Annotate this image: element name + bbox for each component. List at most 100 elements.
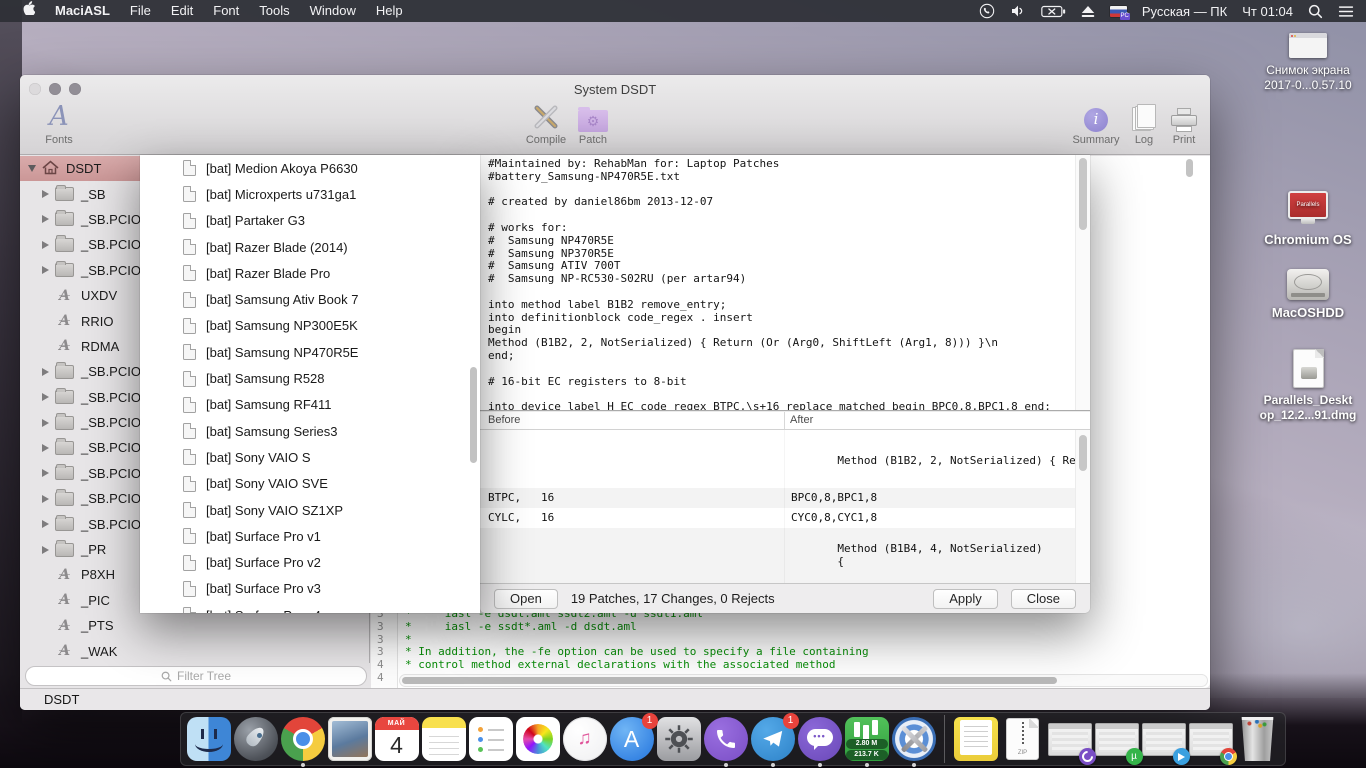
disclosure-closed-icon[interactable]	[42, 240, 49, 249]
battery-icon[interactable]	[1041, 5, 1066, 18]
patch-list-item[interactable]: [bat] Sony VAIO S	[140, 444, 480, 470]
patch-list-item[interactable]: [bat] Medion Akoya P6630	[140, 155, 480, 181]
disclosure-closed-icon[interactable]	[42, 418, 49, 427]
dock-trash[interactable]	[1236, 717, 1280, 761]
filter-tree-input[interactable]: Filter Tree	[25, 666, 367, 686]
dock-photos[interactable]	[515, 717, 560, 761]
scrollbar-thumb[interactable]	[402, 677, 1057, 684]
dock-maciasl[interactable]	[891, 717, 936, 767]
toolbar-print-button[interactable]: Print	[1152, 98, 1216, 146]
table-row[interactable]: Method (B1B4, 4, NotSerialized) {	[480, 528, 1075, 583]
dock-network-meter[interactable]: 2.80 M 213.7 K	[844, 717, 889, 767]
viber-status-icon[interactable]	[979, 3, 995, 19]
patch-list-item[interactable]: [bat] Partaker G3	[140, 208, 480, 234]
notification-center-icon[interactable]	[1338, 5, 1354, 18]
menu-file[interactable]: File	[120, 0, 161, 22]
patch-sheet-footer: Open 19 Patches, 17 Changes, 0 Rejects A…	[480, 583, 1090, 613]
apply-button[interactable]: Apply	[933, 588, 998, 609]
dock-system-preferences[interactable]	[656, 717, 701, 761]
dock-itunes[interactable]	[562, 717, 607, 761]
patch-text-area[interactable]: #Maintained by: RehabMan for: Laptop Pat…	[480, 155, 1090, 411]
dock-chrome[interactable]	[280, 717, 325, 767]
disclosure-closed-icon[interactable]	[42, 393, 49, 402]
patch-list-item[interactable]: [bat] Samsung RF411	[140, 392, 480, 418]
dock-finder[interactable]	[186, 717, 231, 761]
disclosure-closed-icon[interactable]	[42, 443, 49, 452]
menu-edit[interactable]: Edit	[161, 0, 203, 22]
patch-list-item[interactable]: [bat] Samsung NP300E5K	[140, 313, 480, 339]
window-titlebar[interactable]: System DSDT A Fonts Compile Patch i Summ…	[20, 75, 1210, 155]
dock-minimized-window-viber[interactable]	[1047, 717, 1096, 765]
dock-notes[interactable]	[421, 717, 466, 761]
disclosure-open-icon[interactable]	[28, 165, 36, 173]
scrollbar-thumb[interactable]	[1079, 158, 1087, 230]
patch-list-item[interactable]: [bat] Surface Pro v4	[140, 602, 480, 613]
dock-viber[interactable]	[703, 717, 748, 767]
preview-table-scrollbar[interactable]	[1075, 430, 1090, 583]
patch-list-item[interactable]: [bat] Samsung R528	[140, 365, 480, 391]
disclosure-closed-icon[interactable]	[42, 190, 49, 199]
patch-list-item[interactable]: [bat] Surface Pro v3	[140, 576, 480, 602]
disclosure-closed-icon[interactable]	[42, 266, 49, 275]
disclosure-closed-icon[interactable]	[42, 520, 49, 529]
dock-calendar[interactable]: МАЙ 4	[374, 717, 419, 761]
disclosure-closed-icon[interactable]	[42, 494, 49, 503]
input-source-label[interactable]: Русская — ПК	[1142, 4, 1227, 19]
dock-messenger[interactable]: •••	[797, 717, 842, 767]
patch-list-item[interactable]: [bat] Razer Blade Pro	[140, 260, 480, 286]
patch-list-item[interactable]: [bat] Samsung NP470R5E	[140, 339, 480, 365]
patch-list-item[interactable]: [bat] Samsung Ativ Book 7	[140, 286, 480, 312]
dock-telegram[interactable]: 1	[750, 713, 799, 767]
patch-list-item[interactable]: [bat] Surface Pro v2	[140, 549, 480, 575]
dock-minimized-window-utorrent[interactable]: µ	[1094, 717, 1143, 765]
editor-vertical-scrollbar-thumb[interactable]	[1186, 159, 1193, 177]
editor-horizontal-scrollbar[interactable]	[399, 674, 1208, 687]
dock-notes-stack[interactable]	[953, 717, 998, 761]
menu-tools[interactable]: Tools	[249, 0, 299, 22]
eject-icon[interactable]	[1081, 5, 1095, 18]
close-button[interactable]: Close	[1010, 588, 1076, 609]
dock-reminders[interactable]	[468, 717, 513, 761]
menu-help[interactable]: Help	[366, 0, 413, 22]
patch-list-item[interactable]: [bat] Surface Pro v1	[140, 523, 480, 549]
disclosure-closed-icon[interactable]	[42, 215, 49, 224]
menu-app-name[interactable]: MaciASL	[45, 0, 120, 22]
patch-text-scrollbar[interactable]	[1075, 155, 1090, 410]
desktop-icon-parallels-dmg[interactable]: Parallels_Deskt op_12.2...91.dmg	[1247, 349, 1366, 423]
scrollbar-thumb[interactable]	[1079, 435, 1087, 471]
menu-font[interactable]: Font	[203, 0, 249, 22]
preview-table[interactable]: Method (B1B2, 2, NotSerialized) { Retu… …	[480, 430, 1075, 583]
desktop-icon-screenshot[interactable]: Снимок экрана 2017-0...0.57.10	[1247, 33, 1366, 93]
patch-list-item[interactable]: [bat] Microxperts u731ga1	[140, 181, 480, 207]
patch-list-item[interactable]: [bat] Razer Blade (2014)	[140, 234, 480, 260]
table-row[interactable]: BTPC, 16 BPC0,8,BPC1,8	[480, 488, 1075, 508]
tree-item[interactable]: A _PTS	[20, 613, 369, 638]
disclosure-closed-icon[interactable]	[42, 469, 49, 478]
dock-mail[interactable]	[327, 717, 372, 761]
volume-icon[interactable]	[1010, 4, 1026, 18]
spotlight-icon[interactable]	[1308, 4, 1323, 19]
patch-list-item[interactable]: [bat] Sony VAIO SZ1XP	[140, 497, 480, 523]
desktop-icon-chromium-os[interactable]: Parallels Chromium OS	[1247, 191, 1366, 247]
tree-item[interactable]: A _WAK	[20, 638, 369, 663]
patch-list-item[interactable]: [bat] Samsung Series3	[140, 418, 480, 444]
toolbar-fonts-button[interactable]: A Fonts	[27, 98, 91, 147]
disclosure-closed-icon[interactable]	[42, 545, 49, 554]
menu-clock[interactable]: Чт 01:04	[1242, 4, 1293, 19]
dock-app-store[interactable]: 1	[609, 713, 658, 761]
patch-list-item[interactable]: [bat] Sony VAIO SVE	[140, 471, 480, 497]
apple-menu[interactable]	[12, 0, 45, 22]
table-row[interactable]: CYLC, 16 CYC0,8,CYC1,8	[480, 508, 1075, 528]
desktop-icon-macoshdd[interactable]: MacOSHDD	[1247, 269, 1366, 320]
input-source-flag-icon[interactable]: РС	[1109, 5, 1130, 20]
patch-list-scrollbar-thumb[interactable]	[470, 367, 477, 463]
dock-minimized-window-telegram[interactable]	[1141, 717, 1190, 765]
toolbar-patch-button[interactable]: Patch	[561, 98, 625, 146]
table-row[interactable]: Method (B1B2, 2, NotSerialized) { Retu…	[480, 430, 1075, 488]
disclosure-closed-icon[interactable]	[42, 367, 49, 376]
dock-launchpad[interactable]	[233, 717, 278, 761]
menu-window[interactable]: Window	[300, 0, 366, 22]
dock-zip-archive[interactable]: ZIP	[1001, 717, 1045, 761]
dock-minimized-window-chrome[interactable]	[1188, 717, 1237, 765]
open-button[interactable]: Open	[494, 588, 558, 609]
